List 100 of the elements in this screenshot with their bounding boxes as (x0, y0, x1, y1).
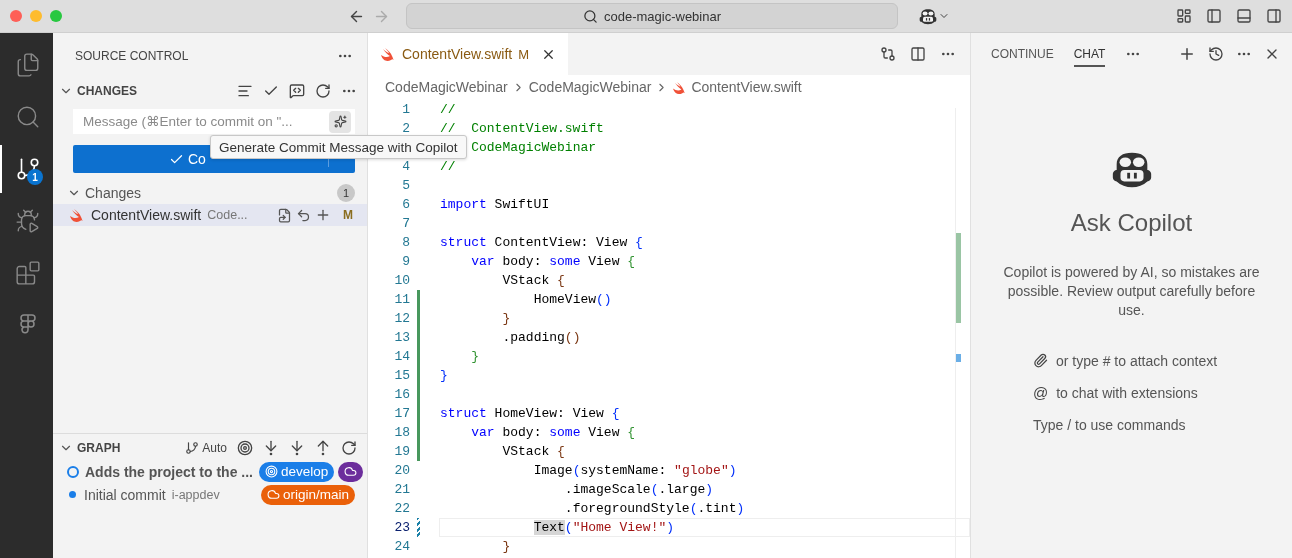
file-name: ContentView.swift (91, 207, 202, 223)
section-title: CHANGES (77, 84, 138, 98)
code-line: CodeMagicWebinar (471, 140, 597, 155)
code-line: struct ContentView: View { (440, 235, 643, 250)
refresh-icon[interactable] (315, 83, 331, 99)
breadcrumb[interactable]: CodeMagicWebinar (528, 79, 652, 95)
copilot-icon (918, 6, 938, 26)
swift-icon (69, 207, 85, 223)
line-number: 10 (393, 273, 410, 288)
code-line: Image(systemName: "globe") (533, 463, 737, 478)
discard-icon[interactable] (296, 207, 311, 223)
line-number: 7 (401, 216, 410, 231)
cloud-icon (344, 465, 358, 478)
history-icon[interactable] (1208, 46, 1224, 62)
target-icon[interactable] (237, 440, 253, 456)
disclaimer-text: Copilot is powered by AI, so mistakes are possible. Review output carefully before use. (1002, 263, 1261, 320)
commit-message-field[interactable]: Message (⌘Enter to commit on "... (73, 109, 355, 134)
copilot-menu-button[interactable] (918, 6, 950, 26)
code-line: HomeView() (533, 292, 612, 307)
code-line: .imageScale(.large) (564, 482, 714, 497)
line-number: 23 (393, 520, 410, 535)
line-number: 4 (401, 159, 410, 174)
line-number: 17 (393, 406, 410, 421)
code-line: struct HomeView: View { (440, 406, 620, 421)
target-icon (265, 465, 278, 478)
branch-tag: develop (259, 461, 335, 482)
code-line: var body: some View { (471, 254, 636, 269)
breadcrumb[interactable]: ContentView.swift (691, 79, 802, 95)
panel-tab[interactable]: CONTINUE (991, 41, 1054, 67)
line-number: 22 (393, 501, 410, 516)
line-number: 2 (401, 121, 410, 136)
count-badge: 1 (27, 169, 43, 185)
branch-icon (185, 441, 200, 455)
line-number: 6 (401, 197, 410, 212)
changed-file-row[interactable]: ContentView.swift Code... M (53, 204, 367, 226)
chat-title: Ask Copilot (1070, 209, 1193, 237)
hint-text: or type # to attach context (1056, 352, 1218, 369)
code-line: Text("Home View!") (533, 520, 675, 535)
panel-left-icon[interactable] (1206, 8, 1222, 24)
line-number: 21 (393, 482, 410, 497)
file-path: Code... (207, 208, 249, 222)
pull-icon[interactable] (289, 440, 305, 456)
line-number: 15 (393, 368, 410, 383)
refresh-icon[interactable] (341, 440, 357, 456)
remote-tag: origin/main (260, 484, 355, 505)
code-line: } (502, 539, 511, 554)
line-number: 1 (401, 102, 410, 117)
extensions-icon (14, 260, 41, 286)
line-number: 9 (401, 254, 410, 269)
fetch-icon[interactable] (263, 440, 279, 456)
line-number: 18 (393, 425, 410, 440)
code-line: // (440, 159, 456, 174)
code-line: // ContentView.swift (440, 121, 604, 136)
line-number: 19 (393, 444, 410, 459)
paperclip-icon (1033, 353, 1048, 368)
command-search-field[interactable]: code-magic-webinar (406, 3, 898, 29)
line-number: 5 (401, 178, 410, 193)
line-number: 12 (393, 311, 410, 326)
bug-play-icon (14, 208, 41, 234)
sparkle-button[interactable] (329, 110, 351, 133)
code-line: VStack { (502, 444, 565, 459)
panel-bottom-icon[interactable] (1236, 8, 1252, 24)
split-editor-icon[interactable] (910, 46, 926, 62)
auto-mode-button[interactable]: Auto (185, 441, 227, 455)
modified-line-marker (417, 518, 420, 537)
cloud-icon (266, 488, 280, 501)
code-line: } (502, 311, 511, 326)
message-code-icon[interactable] (289, 83, 305, 99)
compare-icon[interactable] (880, 46, 896, 62)
code-line: } (471, 349, 480, 364)
push-icon[interactable] (315, 440, 331, 456)
line-number: 14 (393, 349, 410, 364)
section-title: GRAPH (77, 441, 122, 455)
line-number: 24 (393, 539, 410, 554)
open-file-icon[interactable] (277, 207, 292, 223)
editor-tab[interactable]: ContentView.swift M (368, 33, 569, 75)
code-line: .padding() (502, 330, 581, 345)
group-label: Changes (85, 185, 143, 201)
code-line: import SwiftUI (440, 197, 550, 212)
search-icon (582, 8, 598, 24)
commit-message[interactable]: Initial commit (84, 486, 166, 503)
code-line: .foregroundStyle(.tint) (564, 501, 745, 516)
panel-tab[interactable]: CHAT (1073, 41, 1106, 67)
status-letter: M (343, 208, 353, 222)
panel-right-icon[interactable] (1266, 8, 1282, 24)
breadcrumb[interactable]: CodeMagicWebinar (385, 79, 508, 95)
count-badge: 1 (337, 184, 355, 202)
sparkle-icon (333, 115, 347, 128)
commit-message[interactable]: Adds the project to the ... (85, 463, 253, 480)
line-number: 8 (401, 235, 410, 250)
tooltip: Generate Commit Message with Copilot (210, 135, 467, 159)
plus-icon[interactable] (315, 207, 331, 223)
swift-icon (380, 46, 396, 62)
code-line: } (440, 368, 448, 383)
hint-text: to chat with extensions (1056, 384, 1198, 401)
layout-icon[interactable] (1176, 8, 1192, 24)
line-number: 20 (393, 463, 410, 478)
plus-icon[interactable] (1178, 45, 1196, 63)
lines-icon[interactable] (237, 83, 253, 99)
line-number: 16 (393, 387, 410, 402)
